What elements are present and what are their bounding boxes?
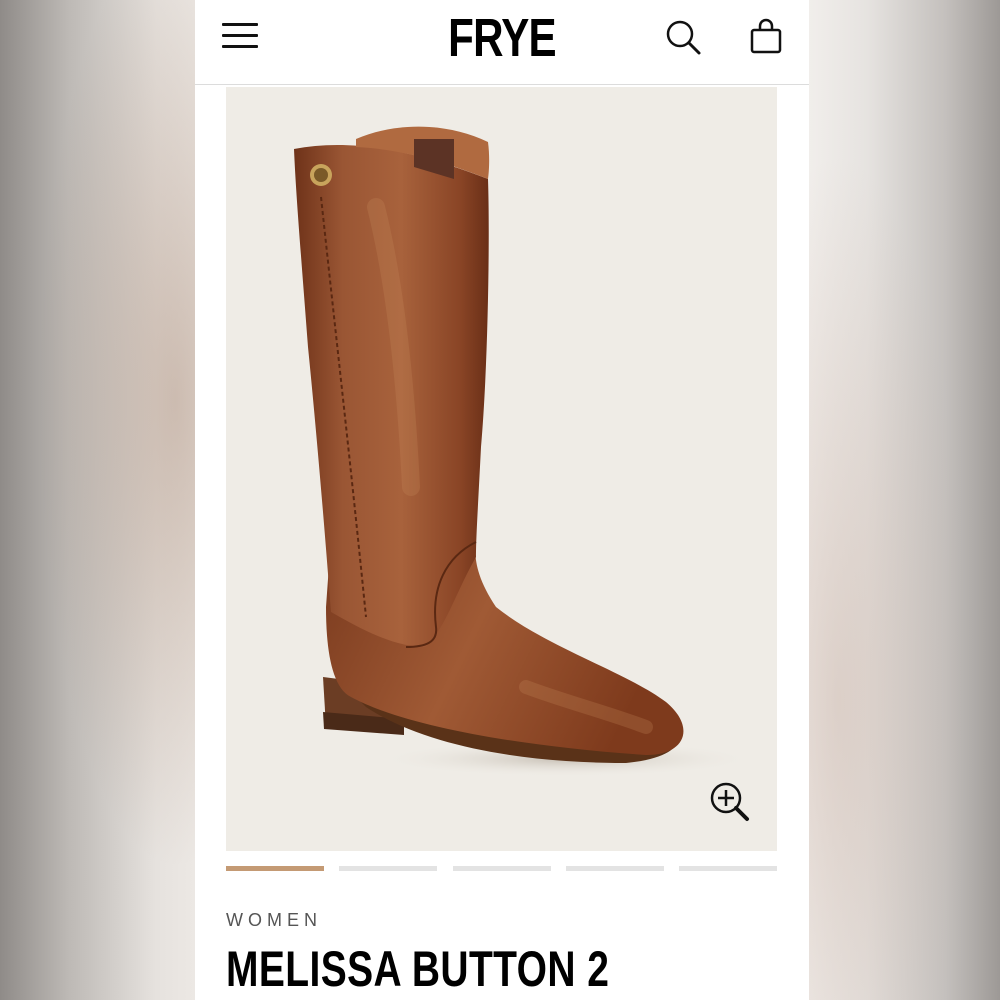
gallery-dot-2[interactable] (339, 866, 437, 871)
product-category[interactable]: WOMEN (226, 910, 322, 931)
menu-icon[interactable] (222, 22, 258, 50)
backdrop-left (0, 0, 195, 1000)
zoom-in-icon[interactable] (708, 780, 752, 824)
shopping-bag-icon[interactable] (747, 18, 785, 58)
gallery-dot-4[interactable] (566, 866, 664, 871)
gallery-dot-5[interactable] (679, 866, 777, 871)
product-image-gallery[interactable] (226, 87, 777, 851)
search-icon[interactable] (665, 18, 705, 58)
site-header: FRYE (195, 0, 809, 85)
gallery-dot-1[interactable] (226, 866, 324, 871)
brand-logo[interactable]: FRYE (442, 6, 562, 70)
backdrop-right (809, 0, 1000, 1000)
gallery-pagination (226, 866, 777, 872)
phone-screen: FRYE WOMEN MELISSA BUTTON 2 (195, 0, 809, 1000)
gallery-dot-3[interactable] (453, 866, 551, 871)
product-image (294, 126, 756, 777)
product-title: MELISSA BUTTON 2 (226, 941, 610, 997)
